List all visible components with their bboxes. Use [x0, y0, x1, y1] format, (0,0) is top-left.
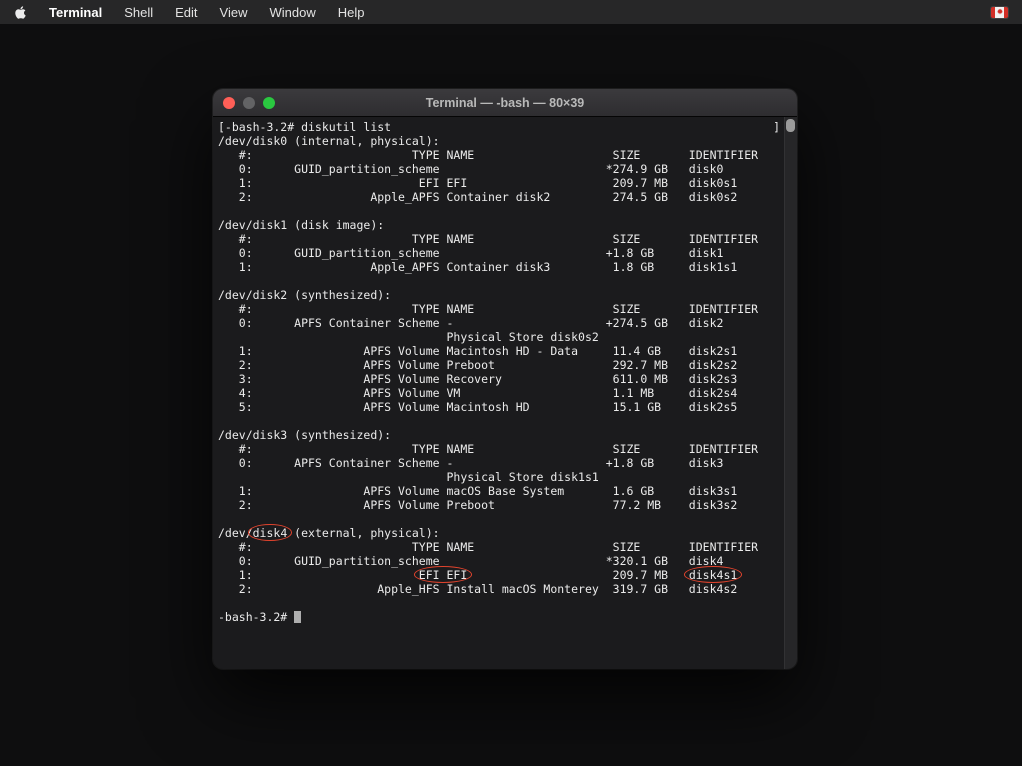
terminal-line: 5: APFS Volume Macintosh HD 15.1 GB disk… — [218, 400, 781, 414]
menu-item-edit[interactable]: Edit — [175, 5, 197, 20]
apple-icon — [14, 5, 27, 20]
terminal-line: 2: Apple_HFS Install macOS Monterey 319.… — [218, 582, 781, 596]
terminal-line — [218, 512, 781, 526]
terminal-line: 0: APFS Container Scheme - +274.5 GB dis… — [218, 316, 781, 330]
input-source-flag-icon[interactable] — [991, 7, 1008, 18]
terminal-line: 0: APFS Container Scheme - +1.8 GB disk3 — [218, 456, 781, 470]
terminal-line: Physical Store disk0s2 — [218, 330, 781, 344]
terminal-line: #: TYPE NAME SIZE IDENTIFIER — [218, 442, 781, 456]
annotation-circle: disk4 — [253, 526, 288, 540]
minimize-button[interactable] — [243, 97, 255, 109]
apple-menu[interactable] — [14, 5, 27, 20]
terminal-line: 4: APFS Volume VM 1.1 MB disk2s4 — [218, 386, 781, 400]
terminal-line: #: TYPE NAME SIZE IDENTIFIER — [218, 302, 781, 316]
scrollbar[interactable] — [784, 117, 797, 669]
terminal-output: [-bash-3.2# diskutil list/dev/disk0 (int… — [218, 120, 781, 624]
terminal-line: 3: APFS Volume Recovery 611.0 MB disk2s3 — [218, 372, 781, 386]
menu-items: Shell Edit View Window Help — [124, 5, 364, 20]
terminal-line: /dev/disk0 (internal, physical): — [218, 134, 781, 148]
desktop: Terminal Shell Edit View Window Help Termina… — [0, 0, 1022, 766]
terminal-line: 1: Apple_APFS Container disk3 1.8 GB dis… — [218, 260, 781, 274]
terminal-line: 0: GUID_partition_scheme +1.8 GB disk1 — [218, 246, 781, 260]
window-controls — [223, 89, 275, 116]
terminal-line: 0: GUID_partition_scheme *274.9 GB disk0 — [218, 162, 781, 176]
menu-item-shell[interactable]: Shell — [124, 5, 153, 20]
menu-item-window[interactable]: Window — [270, 5, 316, 20]
terminal-line: /dev/disk3 (synthesized): — [218, 428, 781, 442]
window-title: Terminal — -bash — 80×39 — [426, 96, 585, 110]
menu-item-terminal[interactable]: Terminal — [49, 5, 102, 20]
terminal-line: #: TYPE NAME SIZE IDENTIFIER — [218, 232, 781, 246]
menu-item-help[interactable]: Help — [338, 5, 365, 20]
terminal-text: -bash-3.2# — [218, 610, 294, 624]
title-bar[interactable]: Terminal — -bash — 80×39 — [213, 89, 797, 117]
terminal-line: 2: Apple_APFS Container disk2 274.5 GB d… — [218, 190, 781, 204]
terminal-line: Physical Store disk1s1 — [218, 470, 781, 484]
terminal-line: 2: APFS Volume Preboot 292.7 MB disk2s2 — [218, 358, 781, 372]
maple-leaf-icon — [996, 8, 1004, 16]
flag-red-band — [1004, 7, 1008, 18]
terminal-line: 1: APFS Volume Macintosh HD - Data 11.4 … — [218, 344, 781, 358]
terminal-line: #: TYPE NAME SIZE IDENTIFIER — [218, 540, 781, 554]
terminal-line: /dev/disk2 (synthesized): — [218, 288, 781, 302]
terminal-cursor — [294, 611, 301, 623]
terminal-line: [-bash-3.2# diskutil list — [218, 120, 781, 134]
terminal-line: 2: APFS Volume Preboot 77.2 MB disk3s2 — [218, 498, 781, 512]
terminal-line: /dev/disk4 (external, physical): — [218, 526, 781, 540]
annotation-circle: disk4s1 — [689, 568, 737, 582]
terminal-line: /dev/disk1 (disk image): — [218, 218, 781, 232]
terminal-window: Terminal — -bash — 80×39 [-bash-3.2# dis… — [213, 89, 797, 669]
menu-item-view[interactable]: View — [220, 5, 248, 20]
close-button[interactable] — [223, 97, 235, 109]
scrollbar-thumb[interactable] — [786, 119, 795, 132]
terminal-line: 1: EFI EFI 209.7 MB disk0s1 — [218, 176, 781, 190]
annotation-circle: EFI EFI — [419, 568, 467, 582]
menu-bar: Terminal Shell Edit View Window Help — [0, 0, 1022, 24]
terminal-line: 1: APFS Volume macOS Base System 1.6 GB … — [218, 484, 781, 498]
terminal-line: 0: GUID_partition_scheme *320.1 GB disk4 — [218, 554, 781, 568]
terminal-line: 1: EFI EFI 209.7 MB disk4s1 — [218, 568, 781, 582]
flag-white-band — [995, 7, 1004, 18]
terminal-line — [218, 414, 781, 428]
terminal-line: -bash-3.2# — [218, 610, 781, 624]
terminal-line — [218, 596, 781, 610]
terminal-content[interactable]: [-bash-3.2# diskutil list/dev/disk0 (int… — [213, 117, 797, 669]
zoom-button[interactable] — [263, 97, 275, 109]
terminal-line — [218, 274, 781, 288]
command-mark: ] — [773, 120, 780, 134]
terminal-line: #: TYPE NAME SIZE IDENTIFIER — [218, 148, 781, 162]
terminal-line — [218, 204, 781, 218]
